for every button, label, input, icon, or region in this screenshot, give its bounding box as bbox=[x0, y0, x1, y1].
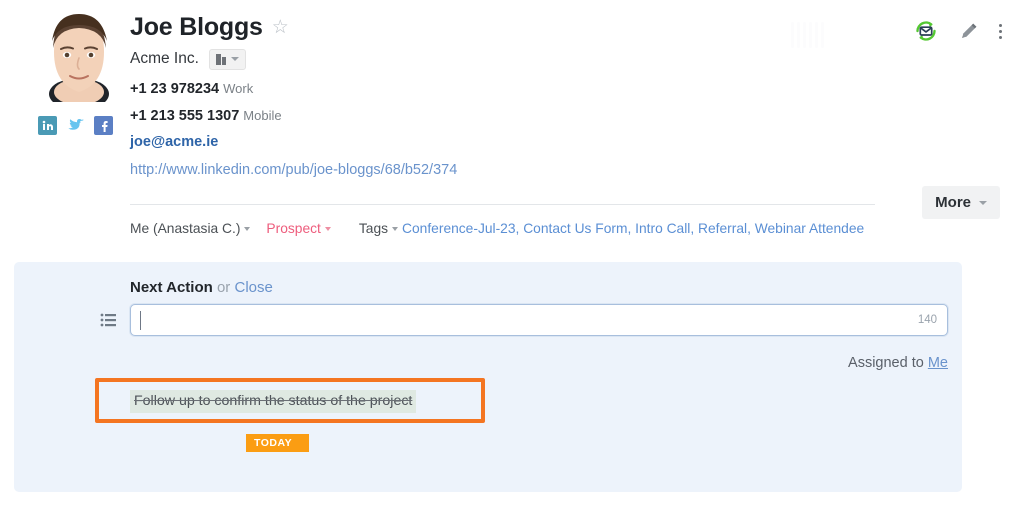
phone-number[interactable]: +1 23 978234 bbox=[130, 81, 219, 97]
more-vertical-icon[interactable] bbox=[999, 24, 1002, 39]
linkedin-icon[interactable] bbox=[38, 116, 57, 135]
company-name[interactable]: Acme Inc. bbox=[130, 50, 199, 68]
stage-label: Prospect bbox=[266, 221, 320, 236]
chevron-down-icon bbox=[979, 201, 987, 205]
status-badge-label: TODAY bbox=[254, 437, 292, 449]
twitter-icon[interactable] bbox=[66, 116, 85, 135]
assigned-to-user-link[interactable]: Me bbox=[928, 355, 948, 371]
next-action-input[interactable]: 140 bbox=[130, 304, 948, 336]
phone-label: Work bbox=[223, 81, 253, 96]
decorative-bars bbox=[791, 22, 824, 48]
annotation-highlight-box bbox=[95, 378, 485, 423]
contact-detail-screen: Joe Bloggs ☆ Acme Inc. +1 23 978234 Work… bbox=[0, 0, 1024, 515]
avatar[interactable] bbox=[36, 8, 122, 102]
character-counter: 140 bbox=[918, 314, 937, 326]
assigned-to: Assigned to Me bbox=[848, 355, 948, 371]
close-link[interactable]: Close bbox=[234, 279, 272, 296]
avatar-column bbox=[36, 8, 128, 102]
or-label: or bbox=[217, 279, 230, 296]
tags-label: Tags bbox=[359, 221, 388, 236]
meta-row: Me (Anastasia C.) Prospect Tags Conferen… bbox=[130, 221, 864, 236]
tags-list[interactable]: Conference-Jul-23, Contact Us Form, Intr… bbox=[402, 221, 864, 236]
phone-label: Mobile bbox=[243, 108, 281, 123]
owner-label: Me (Anastasia C.) bbox=[130, 221, 240, 236]
assigned-to-label: Assigned to bbox=[848, 355, 924, 371]
chevron-down-icon bbox=[325, 227, 331, 231]
social-links bbox=[38, 116, 113, 135]
company-dropdown-button[interactable] bbox=[209, 49, 246, 70]
next-action-panel: Next Action or Close 140 TODAY Assigned … bbox=[14, 262, 962, 492]
star-outline-icon[interactable]: ☆ bbox=[272, 18, 289, 37]
more-button-label: More bbox=[935, 194, 971, 211]
more-button[interactable]: More bbox=[922, 186, 1000, 219]
website-link[interactable]: http://www.linkedin.com/pub/joe-bloggs/6… bbox=[130, 161, 457, 180]
pencil-edit-icon[interactable] bbox=[959, 21, 979, 41]
owner-dropdown[interactable]: Me (Anastasia C.) bbox=[130, 221, 250, 236]
email-link[interactable]: joe@acme.ie bbox=[130, 133, 457, 152]
contact-name: Joe Bloggs bbox=[130, 12, 263, 42]
company-row: Acme Inc. bbox=[130, 46, 457, 72]
next-action-title: Next Action or Close bbox=[130, 278, 273, 297]
chevron-down-icon bbox=[244, 227, 250, 231]
header-divider bbox=[130, 204, 875, 205]
email-sync-icon[interactable] bbox=[913, 18, 939, 44]
tags-dropdown[interactable]: Tags bbox=[359, 221, 398, 236]
phone-number[interactable]: +1 213 555 1307 bbox=[130, 108, 239, 124]
name-row: Joe Bloggs ☆ bbox=[130, 10, 457, 44]
badge-notch bbox=[120, 348, 130, 366]
text-cursor bbox=[140, 311, 141, 330]
stage-dropdown[interactable]: Prospect bbox=[266, 221, 330, 236]
next-action-label: Next Action bbox=[130, 279, 213, 296]
contact-header: Joe Bloggs ☆ Acme Inc. +1 23 978234 Work… bbox=[0, 0, 1024, 252]
header-actions bbox=[913, 18, 1002, 44]
building-icon bbox=[216, 54, 226, 65]
status-badge[interactable]: TODAY bbox=[246, 434, 309, 452]
chevron-down-icon bbox=[231, 57, 239, 61]
phone-row-work: +1 23 978234 Work bbox=[130, 79, 457, 99]
chevron-down-icon bbox=[392, 227, 398, 231]
facebook-icon[interactable] bbox=[94, 116, 113, 135]
list-lines-icon[interactable] bbox=[100, 312, 118, 328]
contact-info: Joe Bloggs ☆ Acme Inc. +1 23 978234 Work… bbox=[130, 10, 457, 180]
phone-row-mobile: +1 213 555 1307 Mobile bbox=[130, 106, 457, 126]
